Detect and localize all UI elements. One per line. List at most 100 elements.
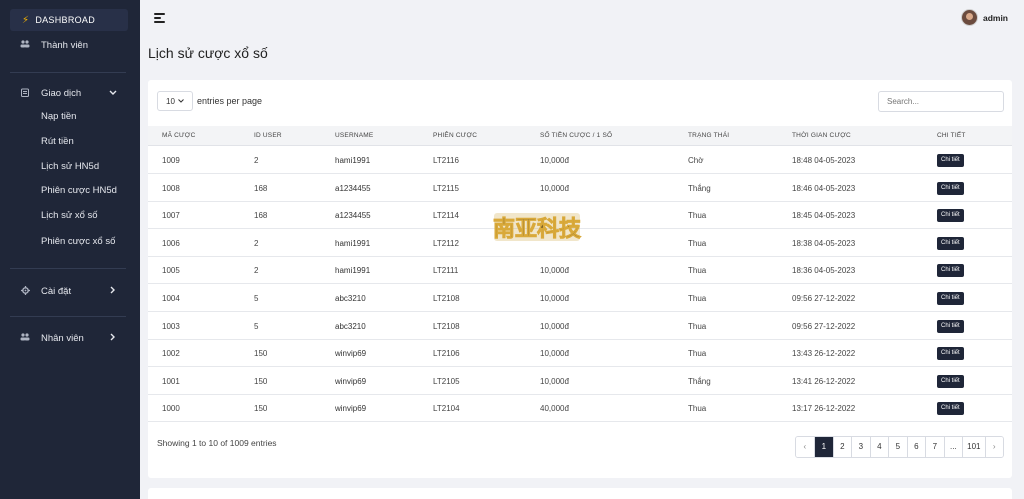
sidebar-sub-lottery-sessions[interactable]: Phiên cược xổ số — [41, 235, 115, 249]
table-row: 1009 2 hami1991 LT2116 10,000đ Chờ 18:48 04-05… — [148, 147, 1012, 174]
table-cell: 10,000đ — [540, 183, 569, 193]
table-cell: LT2104 — [433, 404, 460, 414]
sidebar-item-members[interactable]: Thành viên — [0, 36, 140, 54]
sidebar-divider — [10, 72, 126, 73]
table-cell: Thua — [688, 321, 707, 331]
watermark-logo: 南亚科技 — [493, 213, 582, 242]
sidebar-item-settings[interactable]: Cài đặt — [0, 282, 140, 300]
detail-button[interactable]: Chi tiết — [937, 402, 964, 416]
chevron-right-icon — [108, 286, 118, 296]
column-header[interactable]: CHI TIẾT — [937, 126, 966, 146]
detail-button[interactable]: Chi tiết — [937, 319, 964, 333]
table-row: 1000 150 winvip69 LT2104 40,000đ Thua 13:17 26… — [148, 395, 1012, 423]
table-cell: 40,000đ — [540, 404, 569, 414]
table-cell: LT2114 — [433, 211, 459, 221]
table-cell: 13:17 26-12-2022 — [792, 404, 856, 414]
chevron-down-icon — [108, 88, 118, 98]
page-length-select[interactable]: 10 — [157, 91, 193, 111]
table-cell: 10,000đ — [540, 156, 569, 165]
table-cell: 18:38 04-05-2023 — [792, 238, 856, 248]
sidebar-divider — [10, 268, 126, 269]
table-cell: 1009 — [162, 156, 180, 165]
watermark-text: 南亚科技 — [493, 217, 582, 242]
column-header[interactable]: MÃ CƯỢC — [162, 126, 195, 146]
table-cell: LT2108 — [433, 294, 460, 303]
brand-label: DASHBROAD — [35, 15, 96, 25]
sidebar: ⚡ DASHBROAD Thành viên Giao dịch Nạp tiề… — [0, 0, 140, 499]
table-row: 1003 5 abc3210 LT2108 10,000đ Thua 09:56 27-12… — [148, 313, 1012, 340]
column-header[interactable]: THỜI GIAN CƯỢC — [792, 126, 851, 146]
table-cell: 09:56 27-12-2022 — [792, 294, 856, 303]
table-info: Showing 1 to 10 of 1009 entries — [157, 438, 277, 448]
detail-button[interactable]: Chi tiết — [937, 181, 964, 195]
pagination-page[interactable]: 2 — [832, 437, 852, 457]
sidebar-sub-hn5d-sessions[interactable]: Phiên cược HN5d — [41, 184, 117, 198]
table-cell: 13:43 26-12-2022 — [792, 349, 856, 359]
table-cell: 10,000đ — [540, 349, 569, 359]
column-header[interactable]: TRẠNG THÁI — [688, 126, 729, 146]
pagination-page[interactable]: 101 — [962, 437, 985, 457]
table-cell: 150 — [254, 349, 268, 359]
sidebar-item-label: Giao dịch — [41, 87, 82, 99]
sidebar-sub-deposit[interactable]: Nạp tiền — [41, 110, 76, 124]
table-cell: 2 — [254, 238, 259, 248]
table-cell: 2 — [254, 156, 259, 165]
table-cell: 5 — [254, 294, 259, 303]
detail-button[interactable]: Chi tiết — [937, 374, 964, 388]
pagination-next[interactable]: › — [984, 437, 1003, 457]
sidebar-item-staff[interactable]: Nhân viên — [0, 329, 140, 347]
table-cell: Thua — [688, 294, 707, 303]
user-menu[interactable]: admin — [960, 9, 1008, 26]
column-header[interactable]: SỐ TIỀN CƯỢC / 1 SỐ — [540, 126, 612, 146]
table-cell: 168 — [254, 183, 268, 193]
table-cell: Thua — [688, 266, 707, 276]
column-header[interactable]: PHIÊN CƯỢC — [433, 126, 477, 146]
column-header[interactable]: USERNAME — [335, 126, 373, 146]
table-row: 1008 168 a1234455 LT2115 10,000đ Thắng 18:46 0… — [148, 175, 1012, 202]
pagination-page[interactable]: 5 — [888, 437, 907, 457]
table-cell: LT2112 — [433, 238, 459, 248]
sidebar-sub-hn5d-history[interactable]: Lịch sử HN5d — [41, 160, 99, 174]
table-row: 1004 5 abc3210 LT2108 10,000đ Thua 09:56 27-12… — [148, 285, 1012, 312]
sidebar-sub-withdraw[interactable]: Rút tiền — [41, 135, 74, 149]
avatar — [960, 9, 978, 26]
pagination-prev[interactable]: ‹ — [795, 437, 815, 457]
table-cell: 10,000đ — [540, 294, 569, 303]
pagination-page[interactable]: 7 — [925, 437, 944, 457]
sidebar-item-transactions[interactable]: Giao dịch — [0, 84, 140, 102]
column-header[interactable]: ID USER — [254, 126, 282, 146]
table-header: MÃ CƯỢC ID USER USERNAME PHIÊN CƯỢC SỐ T… — [148, 126, 1012, 146]
detail-button[interactable]: Chi tiết — [937, 236, 964, 250]
table-cell: 1007 — [162, 211, 180, 221]
table-cell: 18:46 04-05-2023 — [792, 183, 856, 193]
table-cell: Thua — [688, 211, 707, 221]
pagination-page[interactable]: 3 — [851, 437, 870, 457]
page-length-control: 10 entries per page — [157, 91, 262, 111]
chevron-down-icon — [178, 98, 184, 105]
table-cell: LT2106 — [433, 349, 460, 359]
pagination-page[interactable]: 1 — [814, 437, 833, 457]
table-cell: Thắng — [688, 183, 711, 193]
detail-button[interactable]: Chi tiết — [937, 209, 964, 223]
table-cell: 1008 — [162, 183, 180, 193]
pagination-page[interactable]: 6 — [906, 437, 926, 457]
pagination-page[interactable]: ... — [943, 437, 963, 457]
pagination-page[interactable]: 4 — [869, 437, 889, 457]
table-cell: winvip69 — [335, 376, 367, 386]
table-cell: hami1991 — [335, 266, 371, 276]
table-cell: 18:36 04-05-2023 — [792, 266, 856, 276]
table-row: 1005 2 hami1991 LT2111 10,000đ Thua 18:36 04-0… — [148, 257, 1012, 285]
sidebar-sub-lottery-history[interactable]: Lịch sử xổ số — [41, 209, 98, 223]
table-cell: 10,000đ — [540, 376, 569, 386]
detail-button[interactable]: Chi tiết — [937, 347, 964, 361]
detail-button[interactable]: Chi tiết — [937, 154, 964, 167]
username: admin — [982, 12, 1008, 23]
search-input[interactable] — [878, 91, 1004, 112]
table-cell: winvip69 — [335, 404, 367, 414]
sidebar-brand[interactable]: ⚡ DASHBROAD — [10, 9, 128, 31]
detail-button[interactable]: Chi tiết — [937, 292, 964, 305]
menu-toggle-icon[interactable] — [154, 13, 165, 23]
table-cell: LT2108 — [433, 321, 460, 331]
detail-button[interactable]: Chi tiết — [937, 264, 964, 278]
table-cell: LT2111 — [433, 266, 459, 276]
